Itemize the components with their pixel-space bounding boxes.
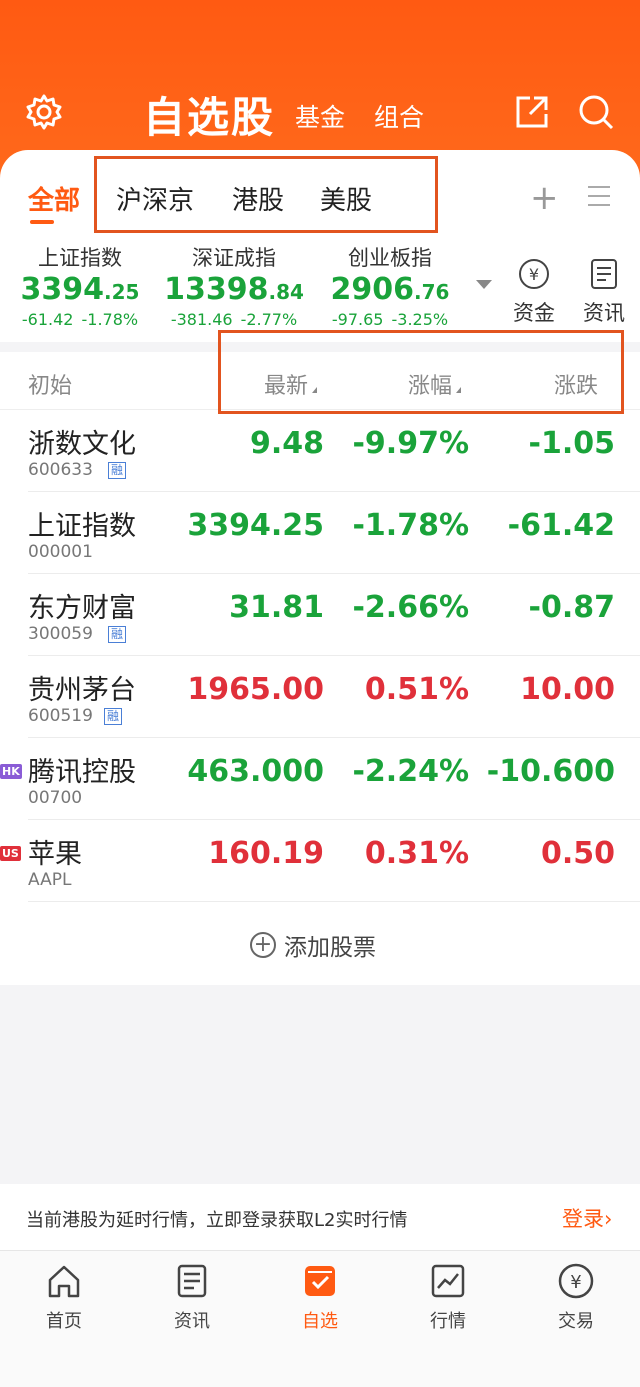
news-icon bbox=[591, 259, 617, 289]
nav-home[interactable]: 首页 bbox=[24, 1261, 104, 1333]
hk-market-badge: HK bbox=[0, 764, 22, 779]
news-button[interactable]: 资讯 bbox=[574, 256, 634, 327]
page-title: 自选股 bbox=[143, 93, 276, 142]
add-stock-button[interactable]: + 添加股票 bbox=[250, 928, 376, 962]
stock-change-percent: -9.97% bbox=[352, 426, 469, 461]
index-change: -97.65 -3.25% bbox=[331, 310, 449, 329]
capital-flow-label: 资金 bbox=[513, 301, 555, 325]
home-icon bbox=[44, 1261, 84, 1301]
stock-name: 贵州茅台 bbox=[28, 675, 136, 706]
yen-icon: ¥ bbox=[556, 1261, 596, 1301]
stock-change-amount: -1.05 bbox=[528, 426, 615, 461]
margin-badge: 融 bbox=[108, 626, 127, 643]
settings-gear-icon[interactable] bbox=[22, 90, 66, 134]
stock-code: 00700 bbox=[28, 788, 83, 808]
chevron-right-icon: › bbox=[604, 1207, 613, 1231]
annotation-box-columns bbox=[218, 330, 624, 414]
stock-change-percent: -2.66% bbox=[352, 590, 469, 625]
index-shanghai[interactable]: 上证指数 3394.25 -61.42 -1.78% bbox=[10, 242, 150, 329]
stock-row[interactable]: 贵州茅台 600519 融 1965.00 0.51% 10.00 bbox=[0, 656, 640, 738]
stock-code: 000001 bbox=[28, 542, 93, 562]
active-tab-indicator bbox=[30, 220, 54, 224]
chart-icon bbox=[428, 1261, 468, 1301]
stock-change-percent: 0.51% bbox=[364, 672, 469, 707]
nav-news[interactable]: 资讯 bbox=[152, 1261, 232, 1333]
stock-change-amount: -61.42 bbox=[507, 508, 615, 543]
index-chinext[interactable]: 创业板指 2906.76 -97.65 -3.25% bbox=[318, 242, 462, 329]
stock-change-amount: 0.50 bbox=[540, 836, 615, 871]
stock-name: 腾讯控股 bbox=[28, 757, 136, 788]
stock-row[interactable]: 上证指数 000001 3394.25 -1.78% -61.42 bbox=[0, 492, 640, 574]
stock-change-amount: -10.600 bbox=[486, 754, 615, 789]
stock-code: 600519 bbox=[28, 706, 93, 726]
index-shenzhen[interactable]: 深证成指 13398.84 -381.46 -2.77% bbox=[160, 242, 308, 329]
notice-text: 当前港股为延时行情，立即登录获取L2实时行情 bbox=[26, 1210, 408, 1231]
stock-price: 1965.00 bbox=[187, 672, 324, 707]
stock-price: 160.19 bbox=[208, 836, 324, 871]
stock-name: 苹果 bbox=[28, 839, 82, 870]
stock-price: 463.000 bbox=[187, 754, 324, 789]
svg-text:¥: ¥ bbox=[570, 1272, 581, 1293]
stock-row[interactable]: HK 腾讯控股 00700 463.000 -2.24% -10.600 bbox=[0, 738, 640, 820]
stock-row[interactable]: US 苹果 AAPL 160.19 0.31% 0.50 bbox=[0, 820, 640, 902]
index-name: 创业板指 bbox=[348, 246, 432, 270]
stock-row[interactable]: 浙数文化 600633 融 9.48 -9.97% -1.05 bbox=[0, 410, 640, 492]
stock-price: 31.81 bbox=[229, 590, 324, 625]
tab-all[interactable]: 全部 bbox=[28, 180, 80, 217]
yen-cycle-icon: ¥ bbox=[519, 259, 549, 289]
menu-icon[interactable] bbox=[588, 186, 610, 213]
share-icon[interactable] bbox=[510, 90, 554, 134]
stock-price: 9.48 bbox=[249, 426, 324, 461]
tab-portfolio[interactable]: 组合 bbox=[374, 98, 424, 134]
index-value: 13398.84 bbox=[164, 272, 304, 307]
index-name: 深证成指 bbox=[192, 246, 276, 270]
svg-text:¥: ¥ bbox=[529, 265, 539, 284]
tab-funds[interactable]: 基金 bbox=[295, 98, 345, 134]
stock-change-amount: -0.87 bbox=[528, 590, 615, 625]
bottom-nav: 首页 资讯 自选 行情 ¥ 交易 bbox=[0, 1250, 640, 1387]
index-change: -381.46 -2.77% bbox=[170, 310, 298, 329]
stock-change-amount: 10.00 bbox=[520, 672, 615, 707]
annotation-box-tabs bbox=[94, 156, 438, 233]
stock-change-percent: -1.78% bbox=[352, 508, 469, 543]
stock-row[interactable]: 东方财富 300059 融 31.81 -2.66% -0.87 bbox=[0, 574, 640, 656]
stock-price: 3394.25 bbox=[187, 508, 324, 543]
margin-badge: 融 bbox=[108, 462, 127, 479]
stock-code: AAPL bbox=[28, 870, 72, 890]
watchlist-icon bbox=[300, 1261, 340, 1301]
stock-name: 上证指数 bbox=[28, 511, 136, 542]
index-value: 2906.76 bbox=[330, 272, 450, 307]
index-change: -61.42 -1.78% bbox=[21, 310, 139, 329]
us-market-badge: US bbox=[0, 846, 21, 861]
nav-market[interactable]: 行情 bbox=[408, 1261, 488, 1333]
login-link[interactable]: 登录› bbox=[562, 1203, 612, 1233]
add-stock-label: 添加股票 bbox=[284, 935, 376, 961]
index-value: 3394.25 bbox=[20, 272, 140, 307]
stock-name: 浙数文化 bbox=[28, 429, 136, 460]
add-group-plus-icon[interactable]: + bbox=[530, 178, 559, 218]
news-label: 资讯 bbox=[583, 301, 625, 325]
stock-change-percent: -2.24% bbox=[352, 754, 469, 789]
stock-code: 600633 bbox=[28, 460, 93, 480]
nav-watchlist[interactable]: 自选 bbox=[280, 1261, 360, 1333]
margin-badge: 融 bbox=[104, 708, 123, 725]
news-icon bbox=[172, 1261, 212, 1301]
index-name: 上证指数 bbox=[38, 246, 122, 270]
delay-notice-bar: 当前港股为延时行情，立即登录获取L2实时行情 登录› bbox=[0, 1184, 640, 1250]
capital-flow-button[interactable]: ¥ 资金 bbox=[504, 256, 564, 327]
search-icon[interactable] bbox=[574, 90, 618, 134]
stock-name: 东方财富 bbox=[28, 593, 136, 624]
chevron-down-icon[interactable] bbox=[476, 280, 492, 289]
stock-code: 300059 bbox=[28, 624, 93, 644]
plus-circle-icon: + bbox=[250, 932, 276, 958]
stock-change-percent: 0.31% bbox=[364, 836, 469, 871]
nav-trade[interactable]: ¥ 交易 bbox=[536, 1261, 616, 1333]
sort-initial[interactable]: 初始 bbox=[28, 368, 72, 400]
